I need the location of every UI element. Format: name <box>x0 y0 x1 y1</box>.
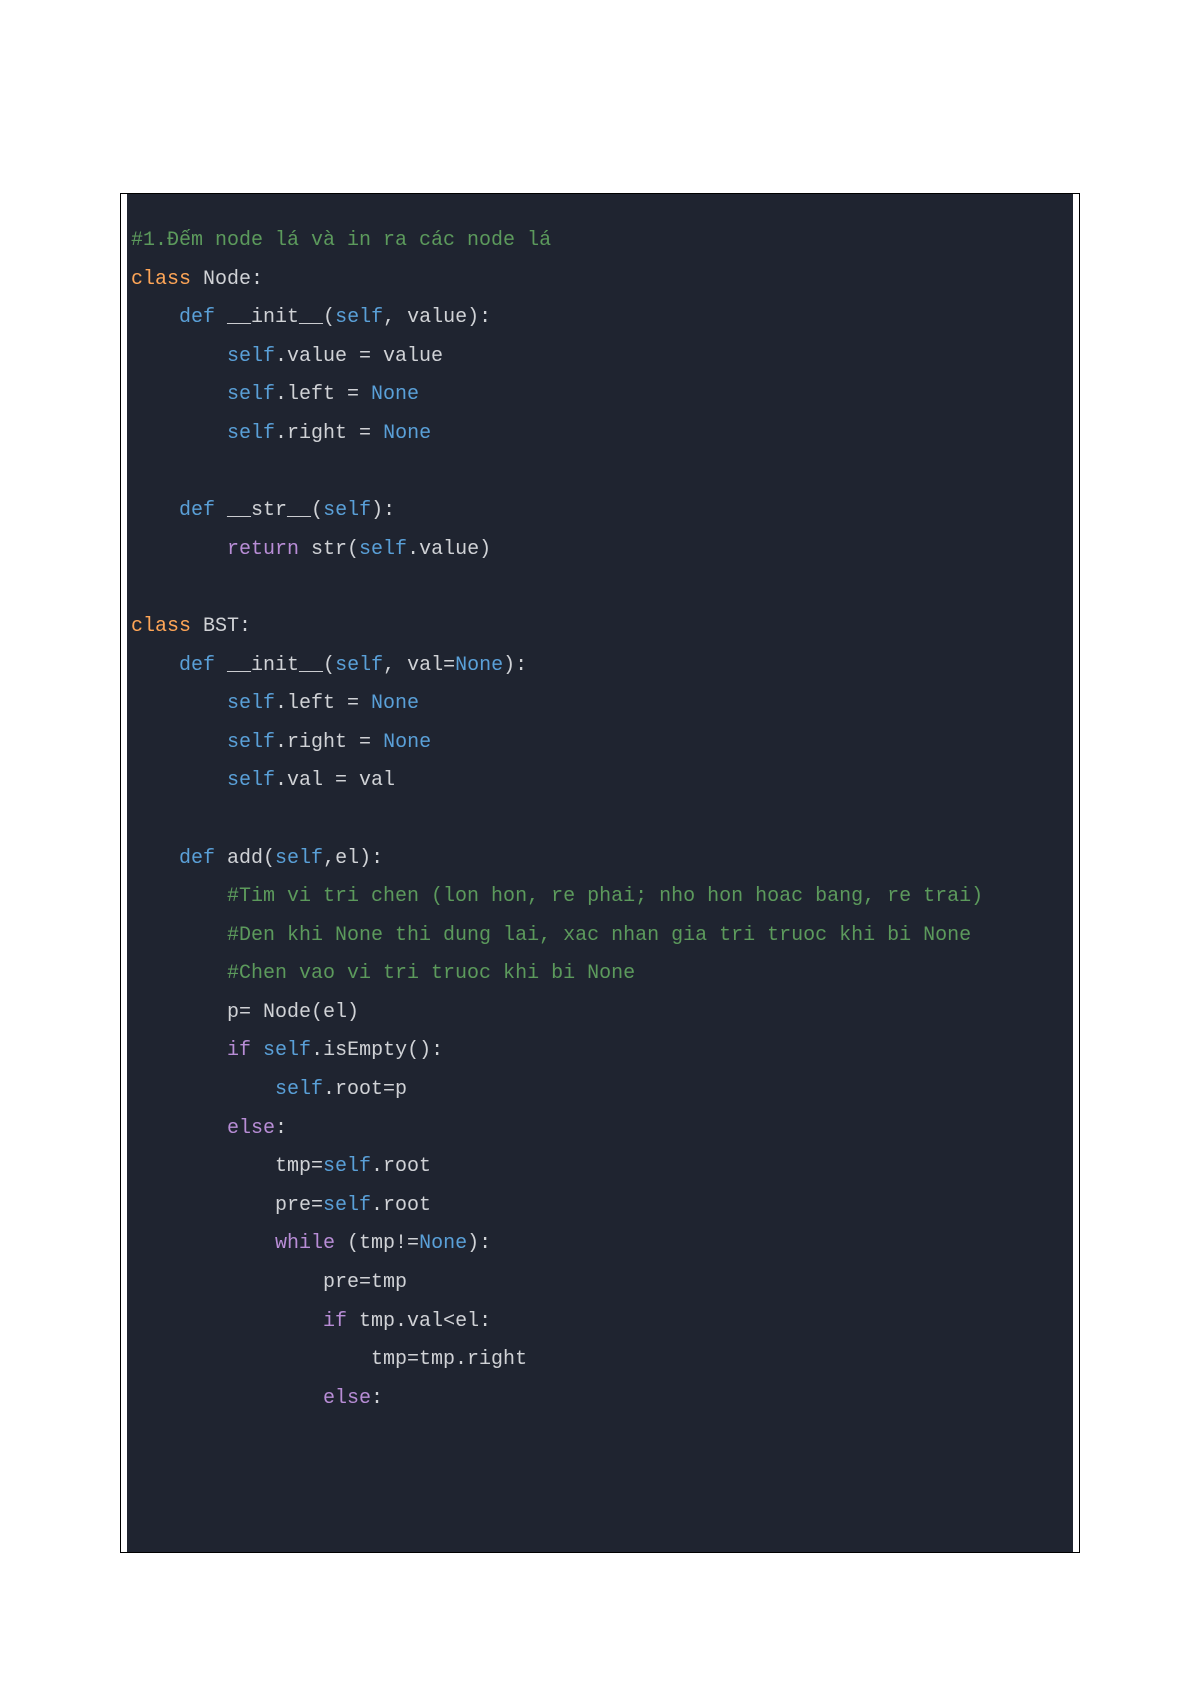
code-token: .left = <box>275 692 371 715</box>
code-token: self <box>227 383 275 406</box>
code-token: .val = val <box>275 769 395 792</box>
code-token: tmp=tmp.right <box>131 1348 527 1371</box>
code-token: self <box>335 654 383 677</box>
code-token: #Chen vao vi tri truoc khi bi None <box>227 962 635 985</box>
code-token: , val= <box>383 654 455 677</box>
code-token: self <box>323 1194 371 1217</box>
code-token <box>131 1387 323 1410</box>
code-token: self <box>359 538 407 561</box>
code-token: class <box>131 268 191 291</box>
code-token <box>131 538 227 561</box>
code-token: .right = <box>275 422 383 445</box>
code-token: ,el): <box>323 847 383 870</box>
code-token: (tmp!= <box>335 1232 419 1255</box>
code-token <box>131 847 179 870</box>
code-token <box>131 1310 323 1333</box>
code-token <box>131 422 227 445</box>
code-token: else <box>227 1117 275 1140</box>
code-token: class <box>131 615 191 638</box>
code-token: while <box>275 1232 335 1255</box>
code-token: return <box>227 538 299 561</box>
code-token <box>131 306 179 329</box>
code-token: pre=tmp <box>131 1271 407 1294</box>
code-token <box>131 962 227 985</box>
code-token: .right = <box>275 731 383 754</box>
code-token: None <box>419 1232 467 1255</box>
code-token: ): <box>503 654 527 677</box>
code-token: __init__( <box>215 654 335 677</box>
code-token: BST: <box>191 615 251 638</box>
code-token: __init__( <box>215 306 335 329</box>
code-token: self <box>335 306 383 329</box>
code-token: , value): <box>383 306 491 329</box>
code-token <box>131 1117 227 1140</box>
code-token: .root <box>371 1155 431 1178</box>
code-token: def <box>179 847 215 870</box>
code-token: .value = value <box>275 345 443 368</box>
code-token: self <box>227 692 275 715</box>
code-token: None <box>371 383 419 406</box>
code-token: self <box>323 499 371 522</box>
code-token: #1.Đếm node lá và in ra các node lá <box>131 229 551 252</box>
code-token: None <box>371 692 419 715</box>
code-token <box>131 1078 275 1101</box>
code-token: Node: <box>191 268 263 291</box>
code-token <box>131 1039 227 1062</box>
code-token <box>131 383 227 406</box>
code-token: __str__( <box>215 499 323 522</box>
code-token: .root <box>371 1194 431 1217</box>
code-token: #Den khi None thi dung lai, xac nhan gia… <box>227 924 971 947</box>
code-token: def <box>179 306 215 329</box>
code-token: else <box>323 1387 371 1410</box>
code-token: self <box>227 769 275 792</box>
code-token <box>131 1232 275 1255</box>
code-token: str( <box>299 538 359 561</box>
code-token: ): <box>467 1232 491 1255</box>
code-token: .root=p <box>323 1078 407 1101</box>
code-token <box>131 654 179 677</box>
code-token: self <box>275 1078 323 1101</box>
code-token: tmp.val<el: <box>347 1310 491 1333</box>
code-token <box>131 731 227 754</box>
code-token: self <box>227 422 275 445</box>
code-token: self <box>227 731 275 754</box>
code-token: if <box>323 1310 347 1333</box>
code-token: .isEmpty(): <box>311 1039 443 1062</box>
code-token: def <box>179 499 215 522</box>
code-token: .left = <box>275 383 371 406</box>
code-token: add( <box>215 847 275 870</box>
code-token: ): <box>371 499 395 522</box>
code-token: None <box>383 422 431 445</box>
code-token: self <box>323 1155 371 1178</box>
code-token: p= Node(el) <box>131 1001 359 1024</box>
code-token: None <box>455 654 503 677</box>
code-token <box>131 885 227 908</box>
code-token <box>131 499 179 522</box>
code-token: tmp= <box>131 1155 323 1178</box>
code-token <box>131 692 227 715</box>
code-token: #Tim vi tri chen (lon hon, re phai; nho … <box>227 885 983 908</box>
code-token: pre= <box>131 1194 323 1217</box>
code-token <box>131 924 227 947</box>
code-token <box>131 769 227 792</box>
code-token: None <box>383 731 431 754</box>
code-token: if <box>227 1039 251 1062</box>
document-page-frame: #1.Đếm node lá và in ra các node lá clas… <box>120 193 1080 1553</box>
code-token: self <box>275 847 323 870</box>
code-token: def <box>179 654 215 677</box>
code-token <box>131 345 227 368</box>
code-token: self <box>263 1039 311 1062</box>
code-token: : <box>275 1117 287 1140</box>
code-content: #1.Đếm node lá và in ra các node lá clas… <box>127 222 1073 1418</box>
code-token <box>251 1039 263 1062</box>
code-token: .value) <box>407 538 491 561</box>
code-token: self <box>227 345 275 368</box>
code-token: : <box>371 1387 383 1410</box>
code-editor-block: #1.Đếm node lá và in ra các node lá clas… <box>127 194 1073 1552</box>
